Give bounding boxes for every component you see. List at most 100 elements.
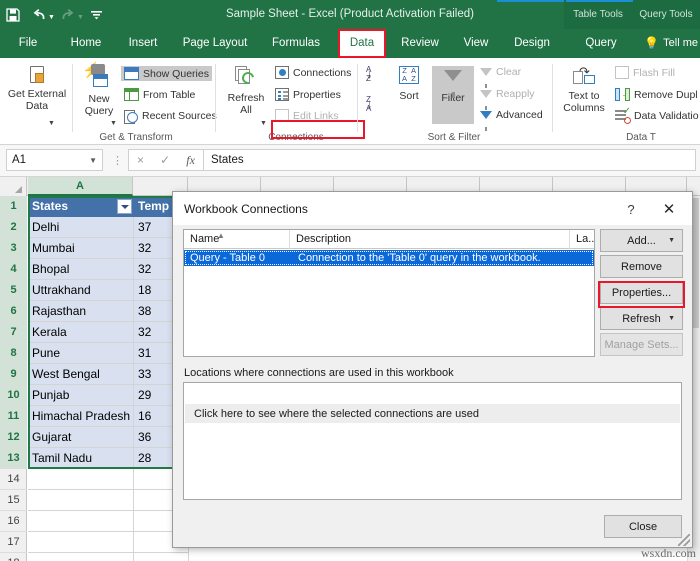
properties-button[interactable]: Properties...	[600, 281, 683, 304]
filter-button[interactable]: Filter	[432, 66, 474, 124]
row-header-11[interactable]: 11	[0, 406, 27, 427]
text-to-columns-label-2: Columns	[563, 102, 605, 114]
cell-a13[interactable]: Tamil Nadu	[28, 448, 134, 469]
filter-icon	[444, 70, 462, 98]
close-icon[interactable]: ✕	[652, 197, 686, 220]
row-header-8[interactable]: 8	[0, 343, 27, 364]
refresh-button[interactable]: Refresh ▼	[600, 307, 683, 330]
tab-formulas[interactable]: Formulas	[262, 29, 330, 58]
row-header-10[interactable]: 10	[0, 385, 27, 406]
watermark: wsxdn.com	[641, 546, 696, 560]
add-dropdown-icon[interactable]: ▼	[668, 237, 675, 244]
cell-a15[interactable]	[28, 490, 134, 511]
row-header-9[interactable]: 9	[0, 364, 27, 385]
row-header-6[interactable]: 6	[0, 301, 27, 322]
cell-a17[interactable]	[28, 532, 134, 553]
cell-a16[interactable]	[28, 511, 134, 532]
advanced-filter-button[interactable]: Advanced	[480, 109, 543, 131]
new-query-dropdown-icon[interactable]: ▼	[110, 120, 117, 127]
new-query-label-1: New	[88, 93, 110, 105]
table-row[interactable]: Query - Table 0 Connection to the 'Table…	[184, 250, 594, 266]
column-header-description[interactable]: Description	[290, 230, 570, 249]
cell-a9[interactable]: West Bengal	[28, 364, 134, 385]
cell-a11[interactable]: Himachal Pradesh	[28, 406, 134, 427]
locations-listview[interactable]: Click here to see where the selected con…	[183, 382, 682, 500]
tab-review[interactable]: Review	[392, 29, 448, 58]
row-header-12[interactable]: 12	[0, 427, 27, 448]
cell-a8[interactable]: Pune	[28, 343, 134, 364]
from-table-button[interactable]: From Table	[124, 88, 195, 101]
cell-a10[interactable]: Punjab	[28, 385, 134, 406]
row-header-1[interactable]: 1	[0, 196, 27, 217]
group-divider-1	[72, 64, 73, 132]
confirm-entry-icon[interactable]: ✓	[160, 153, 170, 167]
sort-asc-button[interactable]: A Z ↓	[366, 66, 383, 89]
select-all-corner[interactable]	[0, 177, 27, 196]
tab-data[interactable]: Data	[340, 29, 384, 58]
recent-sources-button[interactable]: Recent Sources	[124, 109, 217, 124]
filter-dropdown-a1[interactable]	[117, 199, 132, 214]
row-header-4[interactable]: 4	[0, 259, 27, 280]
show-queries-button[interactable]: Show Queries	[121, 66, 212, 81]
locations-hint-row[interactable]: Click here to see where the selected con…	[185, 404, 680, 423]
tab-design[interactable]: Design	[499, 29, 565, 58]
cell-a14[interactable]	[28, 469, 134, 490]
tab-file[interactable]: File	[8, 29, 48, 58]
formula-input[interactable]: States	[204, 149, 696, 171]
row-header-13[interactable]: 13	[0, 448, 27, 469]
column-header-last-refreshed[interactable]: La...	[570, 230, 594, 249]
get-external-data-button[interactable]: Get External Data	[6, 66, 68, 112]
close-button[interactable]: Close	[604, 515, 682, 538]
row-header-7[interactable]: 7	[0, 322, 27, 343]
sort-desc-button[interactable]: Z A ↓	[366, 96, 383, 119]
tab-insert[interactable]: Insert	[119, 29, 167, 58]
excel-window: ▼ ▼ Sample Sheet - Excel (Product Activa…	[0, 0, 700, 561]
tab-view[interactable]: View	[455, 29, 497, 58]
new-query-button[interactable]: ⚡ New Query	[76, 63, 122, 117]
row-header-18[interactable]: 18	[0, 553, 27, 561]
cell-b18[interactable]	[134, 553, 189, 561]
row-header-17[interactable]: 17	[0, 532, 27, 553]
refresh-all-button[interactable]: Refresh All	[222, 66, 270, 116]
text-to-columns-button[interactable]: ↷ Text to Columns	[557, 65, 611, 114]
properties-button[interactable]: Properties	[275, 88, 341, 101]
row-header-16[interactable]: 16	[0, 511, 27, 532]
cancel-entry-icon[interactable]: ×	[137, 153, 144, 167]
cell-a12[interactable]: Gujarat	[28, 427, 134, 448]
help-icon[interactable]: ?	[617, 199, 645, 219]
cell-a3[interactable]: Mumbai	[28, 238, 134, 259]
column-header-name[interactable]: Name	[184, 230, 290, 249]
row-header-15[interactable]: 15	[0, 490, 27, 511]
column-header-a[interactable]: A	[28, 177, 133, 196]
row-header-2[interactable]: 2	[0, 217, 27, 238]
add-button[interactable]: Add... ▼	[600, 229, 683, 252]
insert-function-icon[interactable]: fx	[186, 153, 195, 168]
name-box-dropdown-icon[interactable]: ▼	[89, 156, 97, 165]
refresh-all-dropdown-icon[interactable]: ▼	[260, 120, 267, 127]
cell-a7[interactable]: Kerala	[28, 322, 134, 343]
tell-me-box[interactable]: 💡 Tell me	[644, 29, 698, 58]
refresh-dropdown-icon[interactable]: ▼	[668, 315, 675, 322]
name-box[interactable]: A1 ▼	[6, 149, 103, 171]
remove-duplicates-button[interactable]: → Remove Dupl	[615, 88, 698, 101]
connections-button[interactable]: Connections	[275, 66, 351, 79]
get-external-data-dropdown-icon[interactable]: ▼	[48, 120, 55, 127]
row-header-14[interactable]: 14	[0, 469, 27, 490]
cell-a4[interactable]: Bhopal	[28, 259, 134, 280]
formula-bar-handle[interactable]: ⋮	[112, 154, 123, 167]
sort-dialog-button[interactable]: ZAAZ Sort	[388, 66, 430, 102]
cell-a6[interactable]: Rajasthan	[28, 301, 134, 322]
row-header-3[interactable]: 3	[0, 238, 27, 259]
resize-grip[interactable]	[678, 534, 690, 546]
remove-button[interactable]: Remove	[600, 255, 683, 278]
tab-query[interactable]: Query	[568, 29, 634, 58]
row-header-5[interactable]: 5	[0, 280, 27, 301]
cell-a18[interactable]	[28, 553, 134, 561]
tab-page-layout[interactable]: Page Layout	[174, 29, 256, 58]
tab-home[interactable]: Home	[60, 29, 112, 58]
cell-a2[interactable]: Delhi	[28, 217, 134, 238]
cell-a5[interactable]: Uttrakhand	[28, 280, 134, 301]
connection-description: Connection to the 'Table 0' query in the…	[298, 252, 541, 264]
data-validation-button[interactable]: ✓ Data Validatio	[615, 107, 699, 124]
connections-listview[interactable]: Name ▲ Description La... Query - Table 0…	[183, 229, 595, 357]
